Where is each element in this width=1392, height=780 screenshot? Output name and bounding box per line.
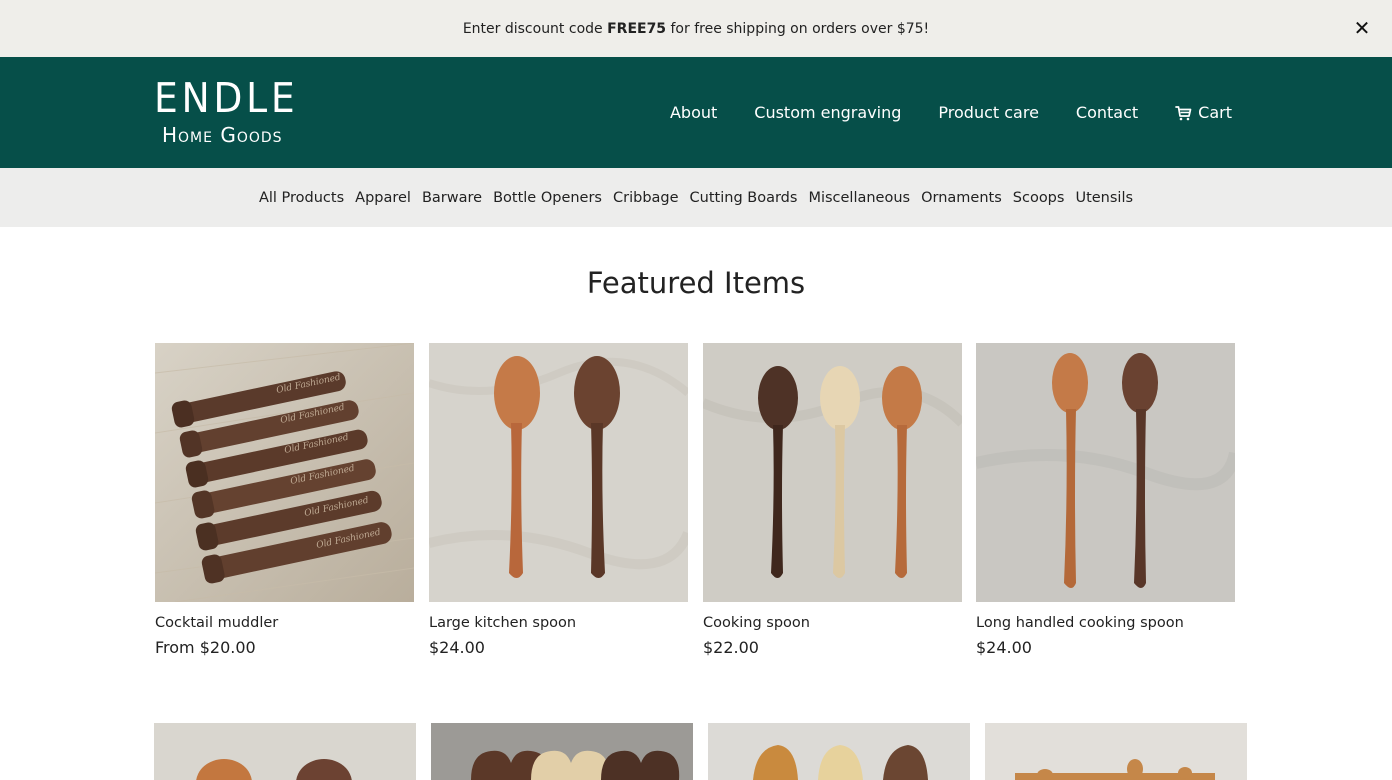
discount-code: FREE75: [607, 20, 667, 37]
category-ornaments[interactable]: Ornaments: [921, 190, 1002, 206]
product-card-large-kitchen-spoon[interactable]: Large kitchen spoon $24.00: [429, 343, 688, 657]
product-image[interactable]: [429, 343, 688, 602]
nav-contact[interactable]: Contact: [1076, 103, 1138, 122]
category-barware[interactable]: Barware: [422, 190, 482, 206]
product-card-cocktail-muddler[interactable]: Old Fashioned Old Fashioned Old Fashione…: [155, 343, 414, 657]
nav-custom-engraving[interactable]: Custom engraving: [754, 103, 901, 122]
product-image[interactable]: [154, 723, 416, 780]
category-utensils[interactable]: Utensils: [1075, 190, 1133, 206]
category-bar: All Products Apparel Barware Bottle Open…: [0, 168, 1392, 227]
product-image[interactable]: [708, 723, 970, 780]
cart-label: Cart: [1198, 103, 1232, 122]
close-icon[interactable]: ✕: [1350, 16, 1374, 40]
product-price: $22.00: [703, 638, 759, 657]
nav-cart[interactable]: Cart: [1175, 103, 1232, 122]
nav-about[interactable]: About: [670, 103, 717, 122]
product-card-long-handled-cooking-spoon[interactable]: Long handled cooking spoon $24.00: [976, 343, 1235, 657]
product-price: $24.00: [429, 638, 485, 657]
brand-subtitle: Home Goods: [162, 123, 283, 147]
category-cribbage[interactable]: Cribbage: [613, 190, 679, 206]
product-image[interactable]: Old Fashioned Old Fashioned Old Fashione…: [155, 343, 414, 602]
product-name[interactable]: Large kitchen spoon: [429, 615, 576, 631]
nav-product-care[interactable]: Product care: [938, 103, 1039, 122]
product-name[interactable]: Cooking spoon: [703, 615, 810, 631]
product-price: $24.00: [976, 638, 1032, 657]
category-all-products[interactable]: All Products: [259, 190, 344, 206]
category-bottle-openers[interactable]: Bottle Openers: [493, 190, 602, 206]
main-nav: About Custom engraving Product care Cont…: [670, 57, 1232, 168]
product-image[interactable]: [985, 723, 1247, 780]
category-miscellaneous[interactable]: Miscellaneous: [808, 190, 910, 206]
product-image[interactable]: [431, 723, 693, 780]
category-scoops[interactable]: Scoops: [1013, 190, 1065, 206]
product-name[interactable]: Cocktail muddler: [155, 615, 278, 631]
product-name[interactable]: Long handled cooking spoon: [976, 615, 1184, 631]
product-image[interactable]: [703, 343, 962, 602]
brand-logo[interactable]: ENDLE Home Goods: [154, 77, 295, 157]
cart-icon: [1175, 105, 1192, 120]
announcement-text: Enter discount code FREE75 for free ship…: [462, 20, 930, 37]
product-image[interactable]: [976, 343, 1235, 602]
featured-title: Featured Items: [586, 266, 806, 300]
category-apparel[interactable]: Apparel: [355, 190, 411, 206]
announcement-bar: Enter discount code FREE75 for free ship…: [0, 0, 1392, 57]
product-card-cooking-spoon[interactable]: Cooking spoon $22.00: [703, 343, 962, 657]
category-cutting-boards[interactable]: Cutting Boards: [690, 190, 798, 206]
site-header: ENDLE Home Goods About Custom engraving …: [0, 57, 1392, 168]
brand-name: ENDLE: [154, 74, 299, 122]
product-price: From $20.00: [155, 638, 256, 657]
